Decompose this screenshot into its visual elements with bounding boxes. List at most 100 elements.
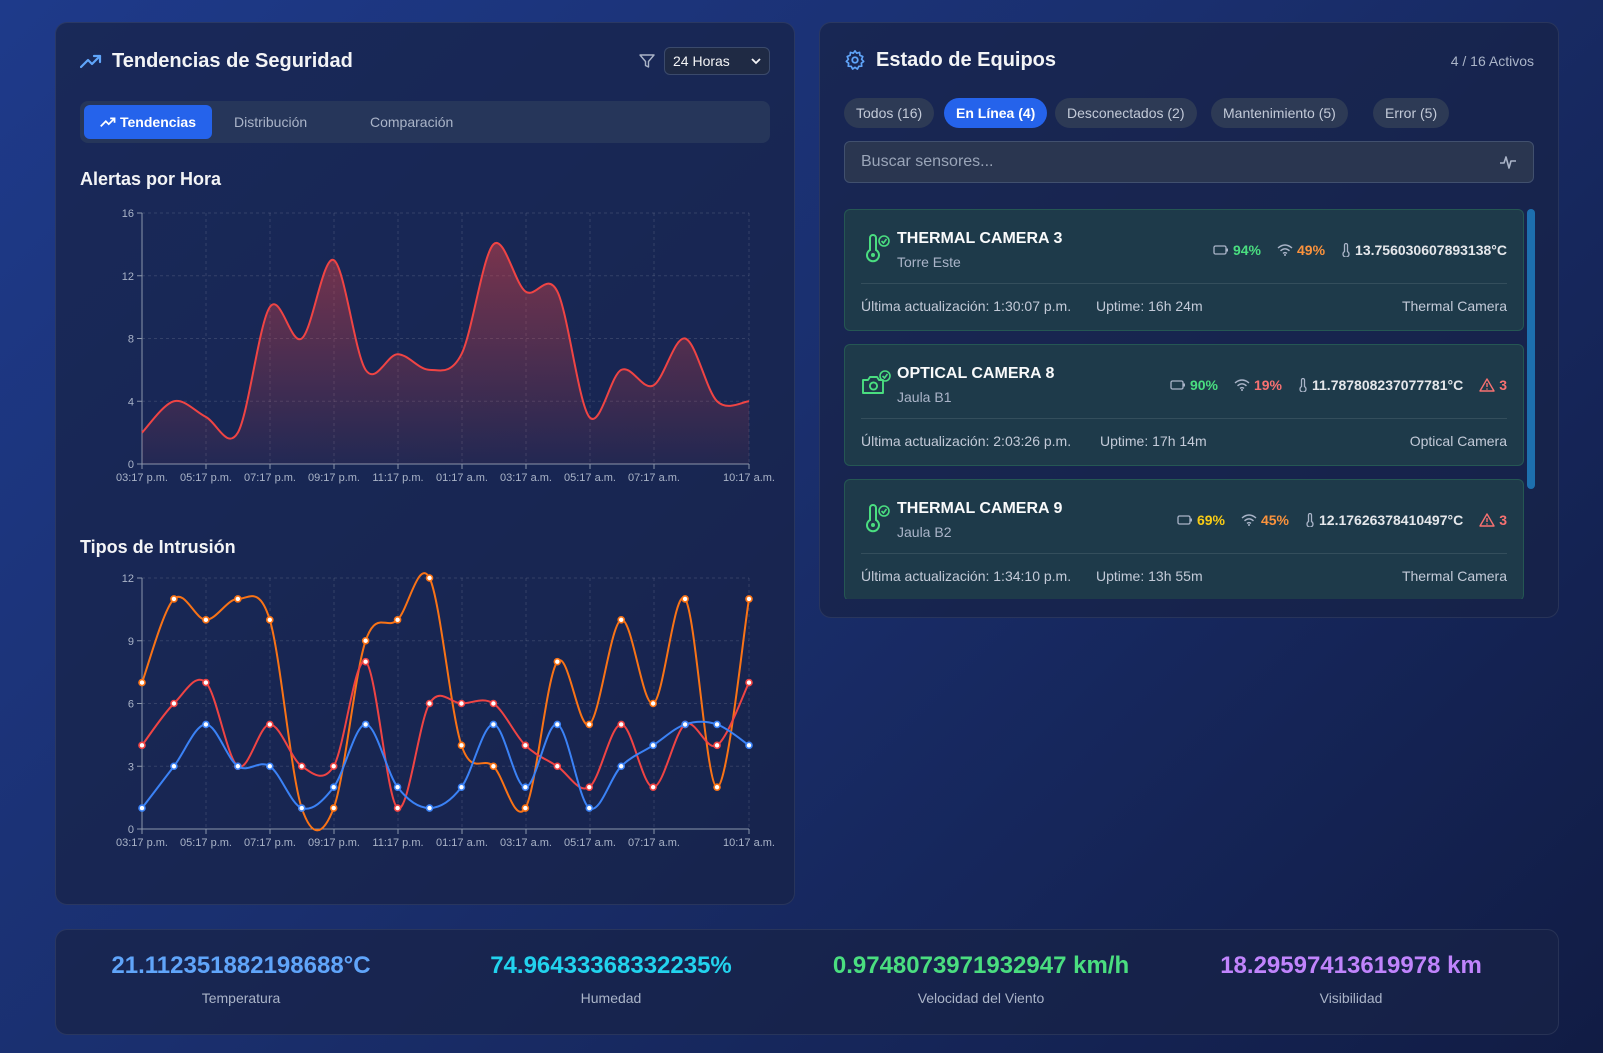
battery-metric: 69% [1177, 512, 1225, 528]
tab-comparison[interactable]: Comparación [354, 105, 469, 139]
alerts-per-hour-chart: 0 4 8 12 16 03:17 p.m. 05:17 p.m. 07:17 p.m. 09:… [116, 208, 775, 484]
uptime: Uptime: 16h 24m [1096, 298, 1203, 314]
filter-all[interactable]: Todos (16) [844, 98, 935, 128]
data-point [457, 699, 466, 708]
data-point [234, 595, 242, 603]
sensor-location: Jaula B1 [897, 389, 952, 405]
data-point [617, 720, 626, 729]
data-point [617, 616, 626, 624]
x-tick-label: 09:17 p.m. [308, 837, 360, 849]
view-tabs: Tendencias Distribución Comparación [80, 101, 770, 143]
data-point [585, 720, 594, 729]
data-point [489, 720, 498, 729]
sensor-metrics: 90% 19% 11.787808237077781°C 3 [1170, 377, 1507, 393]
x-tick-label: 10:17 a.m. [723, 837, 775, 849]
filter-disconnected[interactable]: Desconectados (2) [1055, 98, 1197, 128]
sensor-search-input[interactable]: Buscar sensores... [844, 141, 1534, 183]
sensor-list[interactable]: THERMAL CAMERA 3 Torre Este 94% 49% 13.7… [844, 209, 1534, 599]
sensor-card[interactable]: THERMAL CAMERA 9 Jaula B2 69% 45% 12.176… [844, 479, 1524, 599]
warning-triangle-icon [1479, 378, 1495, 392]
chevron-down-icon [751, 58, 761, 65]
activity-icon [1500, 156, 1516, 169]
data-point [361, 636, 370, 645]
sensor-location: Jaula B2 [897, 524, 952, 540]
data-point [170, 595, 178, 603]
y-tick-label: 0 [128, 824, 134, 836]
signal-value: 45% [1260, 512, 1290, 528]
data-point [489, 762, 498, 771]
intrusion-types-chart: 0 3 6 9 12 03:17 p.m. 05:17 p.m. 07:17 p.m. 09:1… [116, 572, 775, 849]
uptime: Uptime: 17h 14m [1100, 433, 1207, 449]
search-placeholder: Buscar sensores... [861, 153, 994, 170]
x-tick-label: 07:17 a.m. [628, 837, 680, 849]
data-point [138, 804, 146, 812]
sensor-card[interactable]: THERMAL CAMERA 3 Torre Este 94% 49% 13.7… [844, 209, 1524, 331]
data-point [170, 699, 178, 708]
x-tick-label: 11:17 p.m. [372, 472, 423, 484]
signal-value: 49% [1297, 242, 1326, 258]
alerts-value: 3 [1499, 377, 1507, 393]
list-scrollbar[interactable] [1527, 209, 1535, 489]
thermometer-icon [1306, 513, 1314, 527]
data-point [265, 762, 274, 771]
x-tick-label: 07:17 p.m. [244, 837, 296, 849]
trending-up-icon [80, 54, 102, 69]
x-tick-label: 09:17 p.m. [308, 472, 360, 484]
x-tick-label: 03:17 a.m. [500, 472, 552, 484]
filter-icon[interactable] [639, 53, 655, 69]
battery-value: 94% [1232, 242, 1261, 258]
sensor-metrics: 69% 45% 12.17626378410497°C 3 [1177, 512, 1507, 528]
x-tick-label: 07:17 p.m. [244, 472, 296, 484]
data-point [297, 804, 306, 812]
data-point [393, 783, 402, 791]
y-tick-label: 12 [122, 271, 134, 283]
alerts-chart-title: Alertas por Hora [80, 169, 222, 189]
stat-visibility: 18.29597413619978 km Visibilidad [1166, 952, 1536, 1006]
data-point [329, 762, 338, 771]
filter-online[interactable]: En Línea (4) [944, 98, 1048, 128]
sensor-type: Thermal Camera [1401, 568, 1507, 584]
sensor-name: THERMAL CAMERA 9 [897, 500, 1063, 517]
sensor-card[interactable]: OPTICAL CAMERA 8 Jaula B1 90% 19% 11.787… [844, 344, 1524, 466]
temperature-value: 11.787808237077781°C [1312, 377, 1464, 393]
alerts-value: 3 [1499, 512, 1507, 528]
battery-metric: 94% [1213, 242, 1261, 258]
data-point [521, 741, 530, 750]
camera-check-icon [862, 370, 891, 394]
signal-metric: 49% [1277, 242, 1325, 258]
data-point [649, 741, 657, 750]
data-point [713, 783, 721, 791]
time-range-select[interactable]: 24 Horas [664, 47, 770, 75]
gear-icon [845, 50, 865, 70]
battery-value: 69% [1196, 512, 1225, 528]
tab-trends[interactable]: Tendencias [84, 105, 212, 139]
data-point [457, 741, 466, 750]
data-point [681, 720, 689, 729]
wifi-icon [1277, 244, 1293, 256]
data-point [649, 783, 657, 791]
data-point [361, 657, 370, 666]
data-point [170, 762, 178, 771]
signal-metric: 45% [1241, 512, 1289, 528]
series-line-2 [141, 720, 750, 810]
temperature-value: 13.756030607893138°C [1355, 242, 1507, 258]
stat-label: Temperatura [201, 990, 281, 1006]
filter-error[interactable]: Error (5) [1373, 98, 1450, 128]
tab-distribution[interactable]: Distribución [218, 105, 323, 139]
stat-label: Visibilidad [1319, 990, 1383, 1006]
active-count: 4 / 16 Activos [1450, 53, 1534, 69]
data-point [393, 616, 402, 624]
security-trends-panel: Tendencias de Seguridad 24 Horas Tendenc… [55, 22, 795, 905]
stat-value: 18.29597413619978 km [1220, 952, 1482, 979]
series-line-0 [141, 572, 750, 832]
signal-metric: 19% [1234, 377, 1282, 393]
filter-maintenance[interactable]: Mantenimiento (5) [1211, 98, 1348, 128]
x-tick-label: 01:17 a.m. [436, 472, 488, 484]
battery-metric: 90% [1170, 377, 1218, 393]
stat-humidity: 74.96433368332235% Humedad [426, 952, 796, 1006]
data-point [234, 762, 242, 771]
time-range-value: 24 Horas [673, 53, 730, 69]
sensor-location: Torre Este [897, 254, 961, 270]
tab-label: Distribución [234, 114, 308, 130]
y-tick-label: 9 [128, 636, 134, 648]
